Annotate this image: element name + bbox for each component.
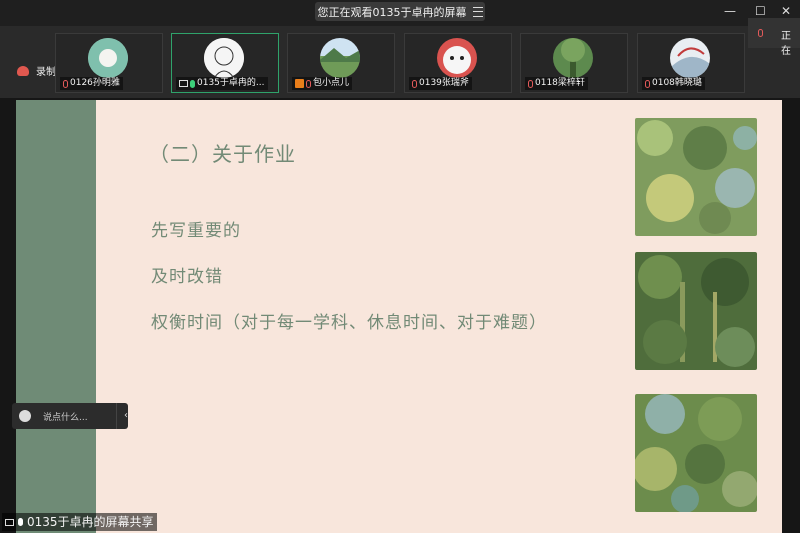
participant-tile[interactable]: 0139张瑞斧 xyxy=(404,33,512,93)
side-panel-text: 正在 xyxy=(781,31,791,57)
slide-item: 先写重要的 xyxy=(151,221,241,241)
slide-green-sidebar xyxy=(16,100,96,533)
share-label-text: 0135于卓冉的屏幕共享 xyxy=(27,515,154,529)
participant-label: 0126孙明雅 xyxy=(60,77,123,90)
avatar xyxy=(204,38,244,78)
maximize-button[interactable]: ☐ xyxy=(755,4,766,18)
mic-muted-icon xyxy=(306,79,311,88)
menu-icon[interactable] xyxy=(472,6,483,17)
participant-name: 0108韩晓璐 xyxy=(652,78,702,88)
participant-name: 0139张瑞斧 xyxy=(419,78,469,88)
chat-placeholder[interactable]: 说点什么... xyxy=(43,410,88,423)
minimize-button[interactable]: — xyxy=(724,4,736,18)
participant-label: 0118梁梓轩 xyxy=(525,77,588,90)
mic-muted-icon xyxy=(758,29,763,37)
mic-muted-icon xyxy=(412,79,417,88)
avatar xyxy=(670,38,710,78)
participant-tile[interactable]: 0118梁梓轩 xyxy=(520,33,628,93)
painting-image xyxy=(635,252,757,370)
chevron-left-icon[interactable]: ‹ xyxy=(124,410,128,421)
screen-share-label: 0135于卓冉的屏幕共享 xyxy=(2,513,157,531)
participant-name: 0118梁梓轩 xyxy=(535,78,585,88)
person-icon xyxy=(295,79,304,88)
slide-item: 及时改错 xyxy=(151,267,223,287)
shared-slide: （二）关于作业 先写重要的 及时改错 权衡时间（对于每一学科、休息时间、对于难题… xyxy=(16,100,782,533)
avatar xyxy=(88,38,128,78)
screen-share-icon xyxy=(179,80,188,87)
slide-title: （二）关于作业 xyxy=(149,142,296,166)
participant-label: 0139张瑞斧 xyxy=(409,77,472,90)
mic-on-icon xyxy=(190,79,195,88)
participant-tile[interactable]: 0108韩晓璐 xyxy=(637,33,745,93)
painting-image xyxy=(635,394,757,512)
mic-on-icon xyxy=(18,518,23,526)
avatar xyxy=(437,38,477,78)
avatar xyxy=(553,38,593,78)
mic-muted-icon xyxy=(528,79,533,88)
close-button[interactable]: ✕ xyxy=(781,4,791,18)
participant-tile[interactable]: 包小点儿 xyxy=(287,33,395,93)
painting-image xyxy=(635,118,757,236)
side-panel-tile[interactable]: 正在 xyxy=(748,18,800,57)
participant-name: 0126孙明雅 xyxy=(70,78,120,88)
mic-muted-icon xyxy=(645,79,650,88)
avatar xyxy=(320,38,360,78)
participant-tile-active[interactable]: 0135于卓冉的... xyxy=(171,33,279,93)
participant-label: 0108韩晓璐 xyxy=(642,77,705,90)
participant-label: 包小点儿 xyxy=(292,77,353,90)
participant-tile[interactable]: 0126孙明雅 xyxy=(55,33,163,93)
viewing-banner[interactable]: 您正在观看0135于卓冉的屏幕 xyxy=(315,2,485,21)
cloud-record-icon xyxy=(17,65,29,76)
emoji-icon[interactable] xyxy=(19,410,31,422)
participant-name: 包小点儿 xyxy=(313,78,350,88)
mic-muted-icon xyxy=(63,79,68,88)
chat-input-bar[interactable]: 说点什么... ‹ xyxy=(12,403,128,429)
participant-label: 0135于卓冉的... xyxy=(176,77,268,90)
chat-divider xyxy=(116,403,117,429)
screen-share-icon xyxy=(5,518,14,526)
participant-name: 0135于卓冉的... xyxy=(197,78,265,88)
slide-item: 权衡时间（对于每一学科、休息时间、对于难题） xyxy=(151,313,547,333)
banner-text: 您正在观看0135于卓冉的屏幕 xyxy=(317,5,467,19)
